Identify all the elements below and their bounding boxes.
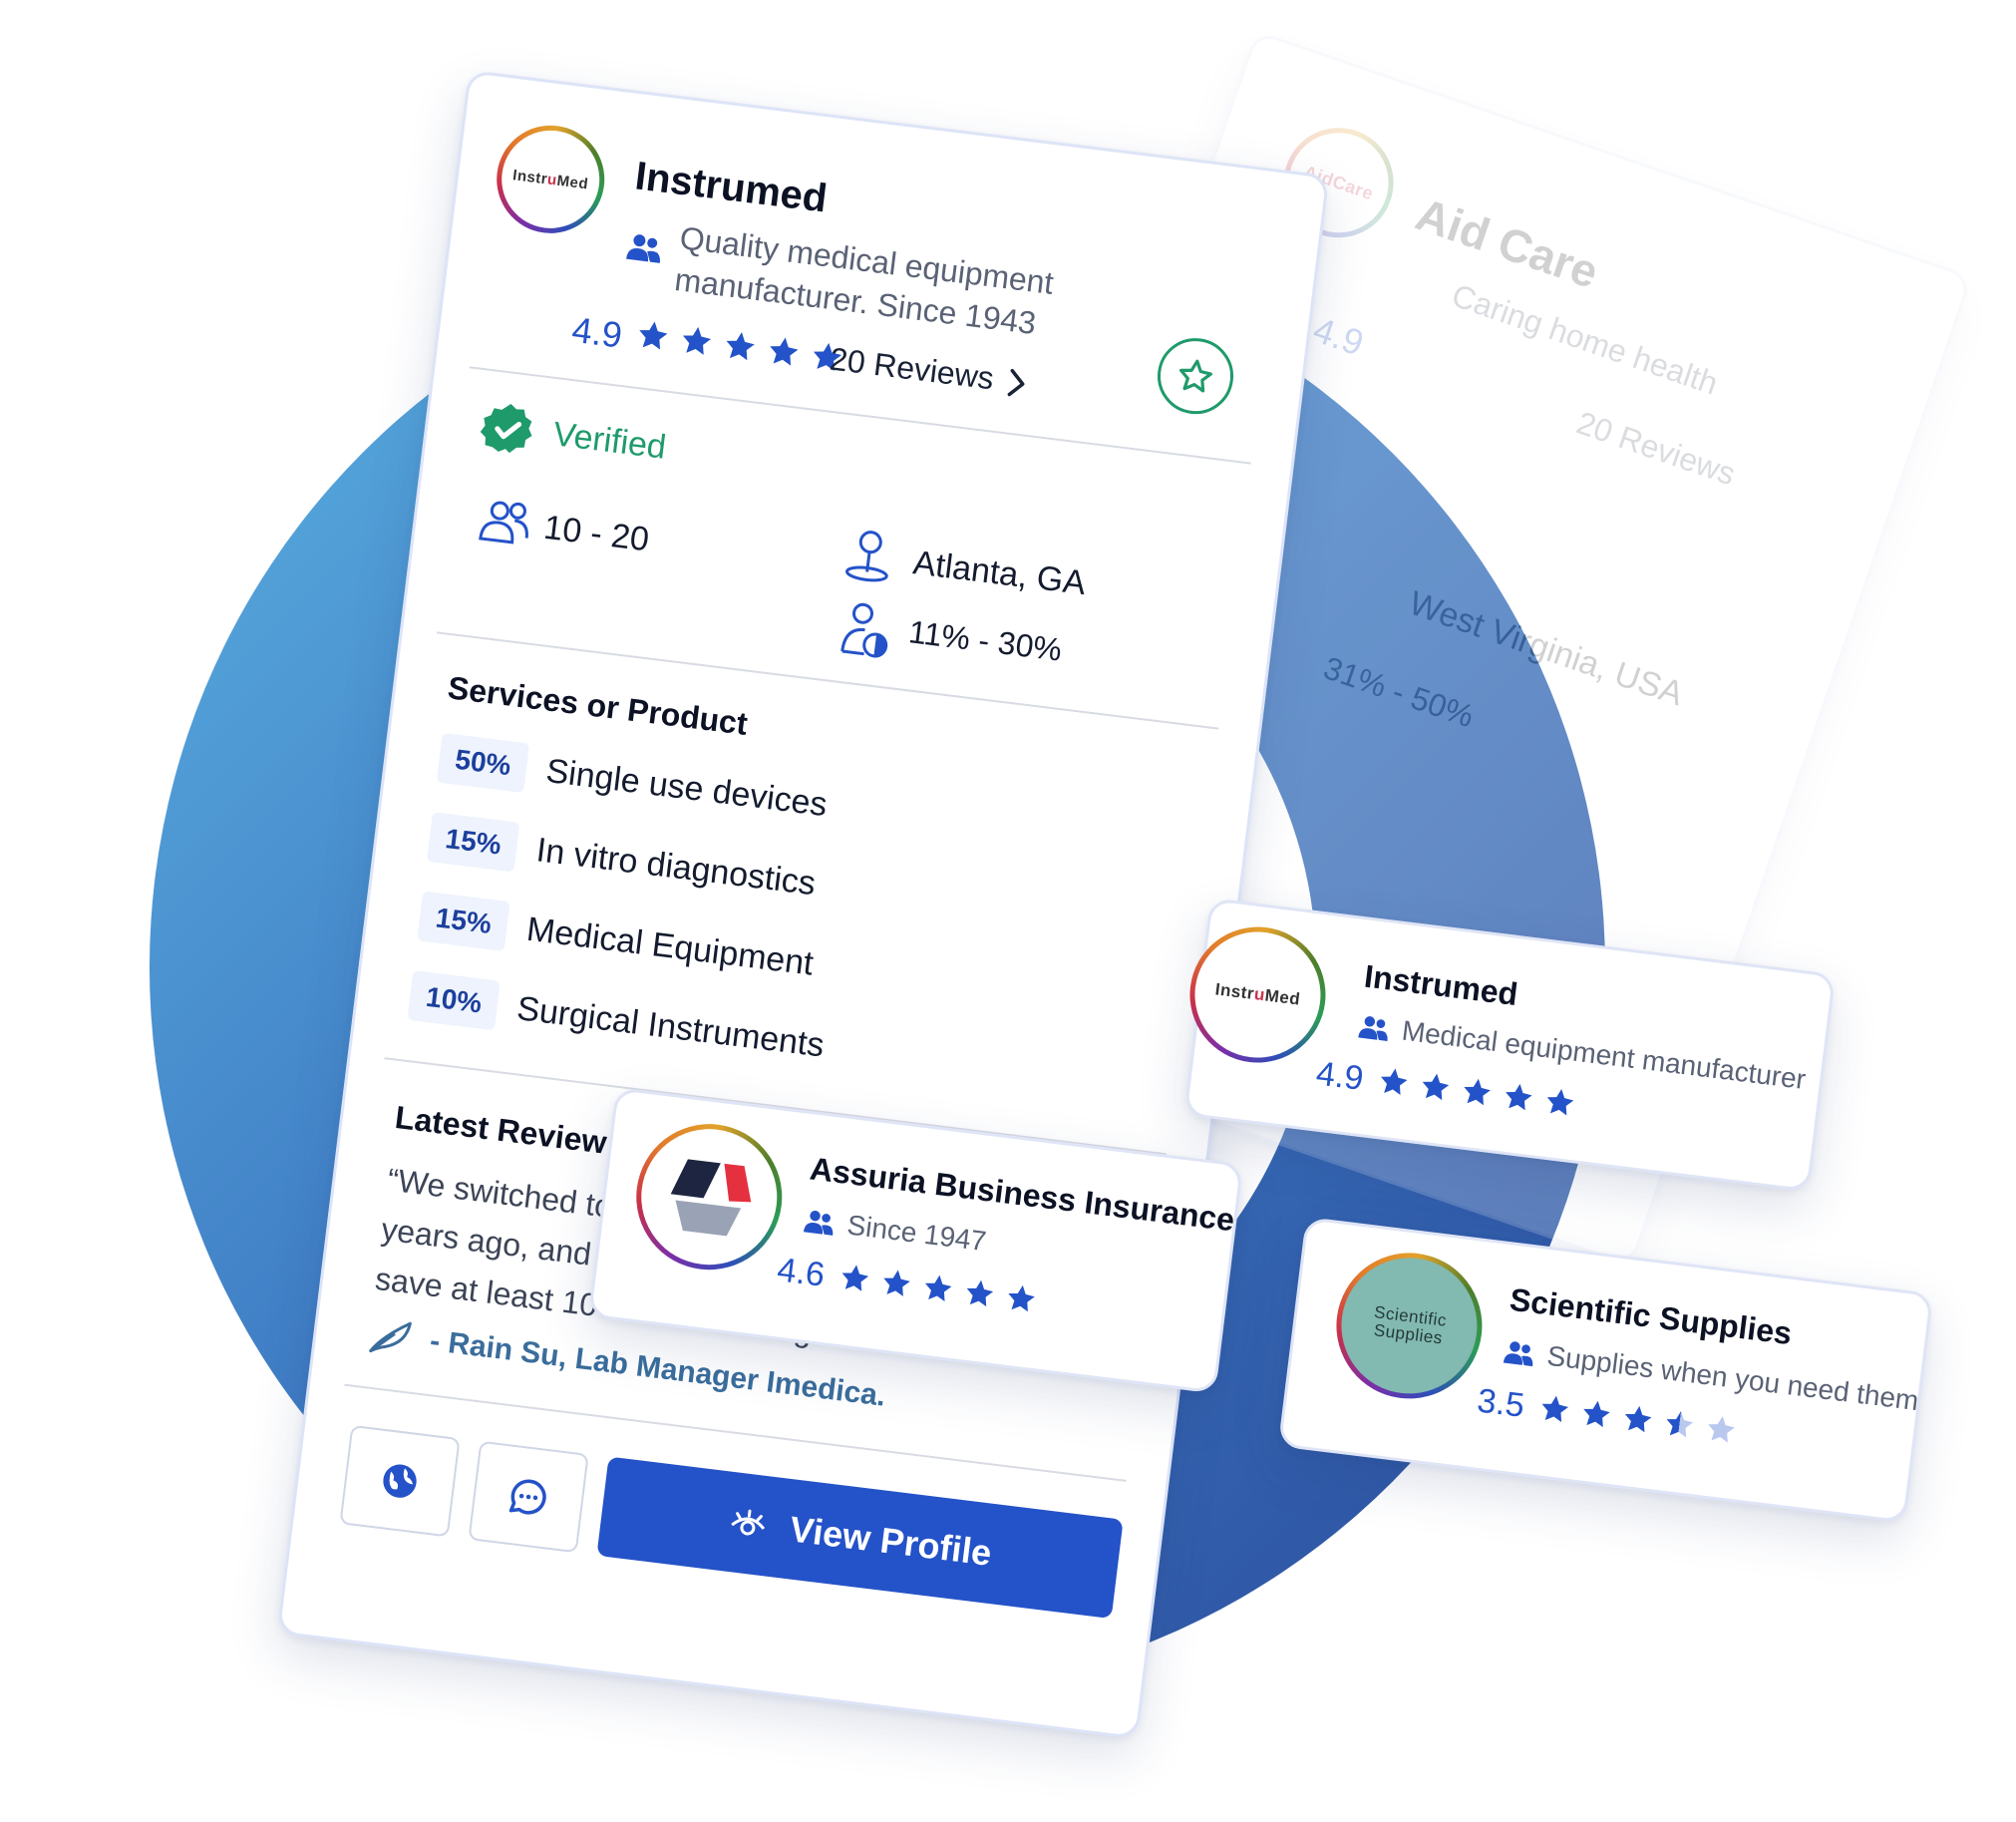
assuria-tagline: Since 1947 xyxy=(845,1209,988,1258)
service-percent: 15% xyxy=(426,812,520,873)
chat-bubble-icon xyxy=(508,1479,546,1515)
star-icon xyxy=(1464,1078,1491,1106)
website-button[interactable] xyxy=(339,1424,461,1538)
chevron-right-icon[interactable] xyxy=(1004,366,1030,400)
aidcare-percent: 31% - 50% xyxy=(1319,649,1479,735)
star-icon xyxy=(1708,1416,1735,1443)
verified-badge-icon xyxy=(480,404,532,454)
aidcare-name: Aid Care xyxy=(1409,187,1605,298)
assuria-rating: 4.6 xyxy=(775,1251,828,1294)
service-label: Medical Equipment xyxy=(524,910,816,983)
percent-range: 11% - 30% xyxy=(906,613,1064,668)
verified-label: Verified xyxy=(550,415,669,467)
assuria-stars xyxy=(838,1261,1039,1316)
star-icon xyxy=(1624,1405,1652,1433)
star-outline-icon xyxy=(1178,359,1212,393)
scientific-supplies-logo: Scientific Supplies xyxy=(1328,1245,1491,1407)
rating-value: 4.9 xyxy=(569,308,625,356)
eye-icon xyxy=(731,1509,766,1536)
location-text: Atlanta, GA xyxy=(910,544,1089,603)
star-icon xyxy=(1506,1083,1532,1111)
star-icon xyxy=(639,321,668,350)
scene: AidCare Aid Care Caring home health 4.9 … xyxy=(0,0,2016,1822)
service-percent: 10% xyxy=(407,969,501,1031)
star-icon xyxy=(682,326,712,355)
user-pie-icon xyxy=(840,602,888,658)
company-name: Instrumed xyxy=(632,154,830,221)
group-icon xyxy=(803,1211,834,1236)
scientific-supplies-rating: 3.5 xyxy=(1475,1381,1527,1425)
star-icon xyxy=(1583,1400,1610,1428)
team-icon xyxy=(479,501,528,545)
feather-icon xyxy=(369,1321,412,1353)
star-icon xyxy=(1422,1073,1450,1101)
group-icon xyxy=(1358,1016,1388,1041)
star-icon xyxy=(1381,1068,1408,1095)
star-icon xyxy=(1008,1284,1035,1312)
service-label: Single use devices xyxy=(543,751,830,825)
star-icon xyxy=(726,332,755,361)
rating-stars xyxy=(634,317,846,376)
star-icon xyxy=(841,1265,869,1291)
view-profile-label: View Profile xyxy=(787,1508,994,1574)
scientific-supplies-stars xyxy=(1537,1391,1739,1447)
message-button[interactable] xyxy=(468,1440,589,1554)
service-percent: 15% xyxy=(417,891,510,951)
assuria-logo xyxy=(627,1115,791,1278)
instrumed-mini-stars xyxy=(1376,1064,1577,1120)
globe-icon xyxy=(383,1464,417,1498)
location-pin-icon xyxy=(845,531,888,582)
group-icon xyxy=(1503,1341,1533,1367)
star-icon xyxy=(1546,1089,1574,1116)
divider xyxy=(344,1383,1127,1482)
reviews-link[interactable]: 20 Reviews xyxy=(828,340,996,397)
view-profile-button[interactable]: View Profile xyxy=(596,1456,1124,1620)
aidcare-rating: 4.9 xyxy=(1308,308,1369,364)
instrumed-mini-rating: 4.9 xyxy=(1313,1054,1366,1098)
instrumed-mini-name: Instrumed xyxy=(1362,957,1520,1013)
services-title: Services or Product xyxy=(446,669,750,742)
service-percent: 50% xyxy=(436,732,530,794)
star-icon xyxy=(770,337,799,366)
star-icon xyxy=(1666,1410,1694,1438)
hexagon-logo-icon xyxy=(670,1159,752,1237)
service-label: Surgical Instruments xyxy=(514,989,827,1065)
group-icon xyxy=(626,234,660,263)
employee-count: 10 - 20 xyxy=(541,508,652,559)
favorite-button[interactable] xyxy=(1153,333,1238,419)
instrumed-mini-logo: Instr u Med xyxy=(1181,918,1334,1071)
star-icon xyxy=(924,1275,952,1302)
star-icon xyxy=(966,1279,994,1307)
service-label: In vitro diagnostics xyxy=(533,831,818,904)
latest-review-title: Latest Review xyxy=(393,1099,609,1161)
aidcare-reviews[interactable]: 20 Reviews xyxy=(1572,404,1740,493)
star-icon xyxy=(1541,1395,1569,1423)
star-icon xyxy=(883,1270,910,1296)
instrumed-logo: Instr u Med xyxy=(491,119,611,240)
